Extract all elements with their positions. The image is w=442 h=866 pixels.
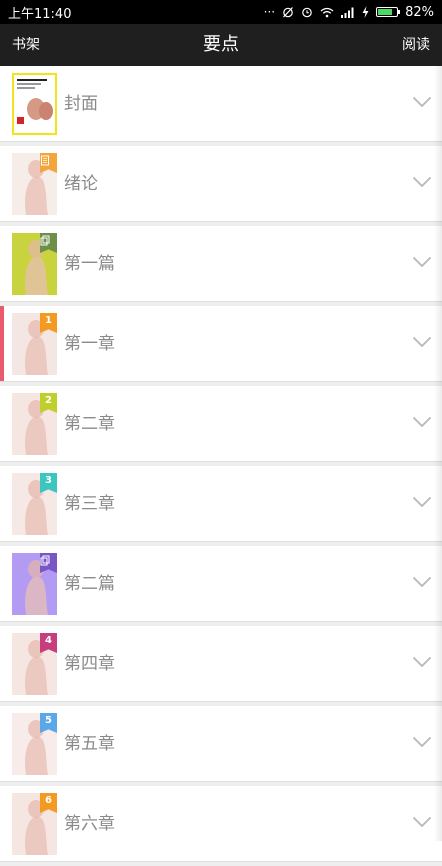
status-time: 上午11:40 — [8, 6, 72, 22]
battery-icon — [376, 7, 401, 17]
battery-percent: 82% — [405, 4, 434, 20]
chevron-down-icon[interactable] — [412, 575, 432, 589]
wifi-icon — [320, 7, 334, 17]
chevron-down-icon[interactable] — [412, 655, 432, 669]
chevron-down-icon[interactable] — [412, 735, 432, 749]
section-thumbnail — [12, 153, 57, 215]
section-thumbnail — [12, 73, 57, 135]
section-thumbnail: 2 — [12, 393, 57, 455]
section-thumbnail — [12, 553, 57, 615]
chevron-down-icon[interactable] — [412, 415, 432, 429]
chevron-down-icon[interactable] — [412, 175, 432, 189]
current-row-indicator — [0, 306, 4, 381]
section-thumbnail — [12, 233, 57, 295]
more-icon: ··· — [263, 5, 276, 19]
chevron-down-icon[interactable] — [412, 255, 432, 269]
section-thumbnail: 3 — [12, 473, 57, 535]
charging-icon — [362, 6, 369, 18]
toc-list: 封面绪论第一篇 1 第一章 2 第二章 3 第三章第二篇 4 第四章 5 第五章 6 第六章 — [0, 66, 442, 866]
toc-row[interactable]: 1 第一章 — [0, 306, 442, 382]
toc-row-label: 绪论 — [64, 174, 98, 194]
toc-row-label: 第四章 — [64, 654, 115, 674]
toc-row[interactable]: 4 第四章 — [0, 626, 442, 702]
toc-row-label: 第三章 — [64, 494, 115, 514]
chevron-down-icon[interactable] — [412, 335, 432, 349]
section-thumbnail: 6 — [12, 793, 57, 855]
toc-row-label: 第二篇 — [64, 574, 115, 594]
toc-row[interactable]: 6 第六章 — [0, 786, 442, 862]
status-icons: ··· 82% — [264, 5, 434, 20]
chevron-down-icon[interactable] — [412, 815, 432, 829]
signal-icon — [341, 7, 354, 18]
toc-row-label: 第一篇 — [64, 254, 115, 274]
status-bar: 上午11:40 ··· 82% — [0, 0, 442, 24]
toc-row[interactable]: 封面 — [0, 66, 442, 142]
read-button[interactable]: 阅读 — [402, 24, 430, 66]
toc-row[interactable]: 3 第三章 — [0, 466, 442, 542]
section-thumbnail: 4 — [12, 633, 57, 695]
chevron-down-icon[interactable] — [412, 495, 432, 509]
copy-icon — [40, 235, 50, 246]
toc-row[interactable]: 2 第二章 — [0, 386, 442, 462]
toc-row-label: 第一章 — [64, 334, 115, 354]
page-title: 要点 — [203, 34, 239, 55]
alarm-icon — [302, 7, 312, 18]
book-cover-image — [14, 75, 55, 133]
top-nav-bar: 书架 要点 阅读 — [0, 24, 442, 66]
alarm-off-icon — [283, 7, 294, 18]
toc-row-label: 第六章 — [64, 814, 115, 834]
section-thumbnail: 5 — [12, 713, 57, 775]
toc-row-label: 第二章 — [64, 414, 115, 434]
copy-icon — [40, 555, 50, 566]
toc-row[interactable]: 5 第五章 — [0, 706, 442, 782]
toc-row[interactable]: 第二篇 — [0, 546, 442, 622]
toc-row-label: 封面 — [64, 94, 98, 114]
chevron-down-icon[interactable] — [412, 95, 432, 109]
section-thumbnail: 1 — [12, 313, 57, 375]
battery-level — [378, 9, 393, 15]
toc-row[interactable]: 第一篇 — [0, 226, 442, 302]
toc-row-label: 第五章 — [64, 734, 115, 754]
document-icon — [41, 155, 49, 166]
toc-row[interactable]: 绪论 — [0, 146, 442, 222]
